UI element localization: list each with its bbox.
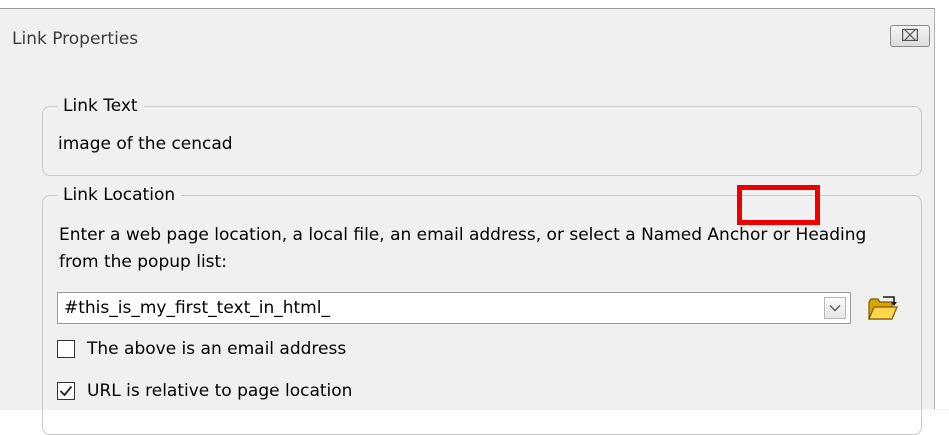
link-location-group: Link Location Enter a web page location,… [42, 183, 922, 435]
email-checkbox-label: The above is an email address [87, 339, 347, 359]
email-checkbox[interactable] [57, 340, 75, 358]
close-button[interactable]: ⌧ [890, 25, 930, 47]
dialog-title: Link Properties [12, 29, 139, 49]
link-text-value: image of the cencad [58, 134, 233, 154]
relative-url-checkbox[interactable] [57, 382, 75, 400]
link-properties-dialog: Link Properties ⌧ Link Text image of the… [0, 8, 949, 435]
checkmark-icon [59, 385, 73, 397]
link-location-input[interactable]: #this_is_my_first_text_in_html_ [64, 298, 330, 318]
close-icon: ⌧ [900, 26, 920, 45]
folder-open-icon[interactable] [867, 294, 899, 322]
email-checkbox-row[interactable]: The above is an email address [57, 339, 346, 359]
link-location-legend: Link Location [57, 183, 182, 207]
dialog-body: Link Text image of the cencad Link Locat… [0, 61, 934, 435]
relative-url-checkbox-row[interactable]: URL is relative to page location [57, 381, 352, 401]
highlight-annotation [737, 185, 820, 225]
dropdown-button[interactable] [824, 297, 846, 319]
background-edge [934, 8, 949, 409]
link-text-legend: Link Text [57, 94, 144, 118]
dialog-titlebar: Link Properties ⌧ [0, 9, 934, 61]
relative-url-checkbox-label: URL is relative to page location [87, 381, 353, 401]
link-location-instructions: Enter a web page location, a local file,… [59, 225, 867, 272]
link-text-group: Link Text image of the cencad [42, 94, 922, 176]
background-strip [0, 0, 949, 8]
chevron-down-icon [829, 305, 841, 312]
link-location-combobox[interactable]: #this_is_my_first_text_in_html_ [57, 292, 851, 324]
